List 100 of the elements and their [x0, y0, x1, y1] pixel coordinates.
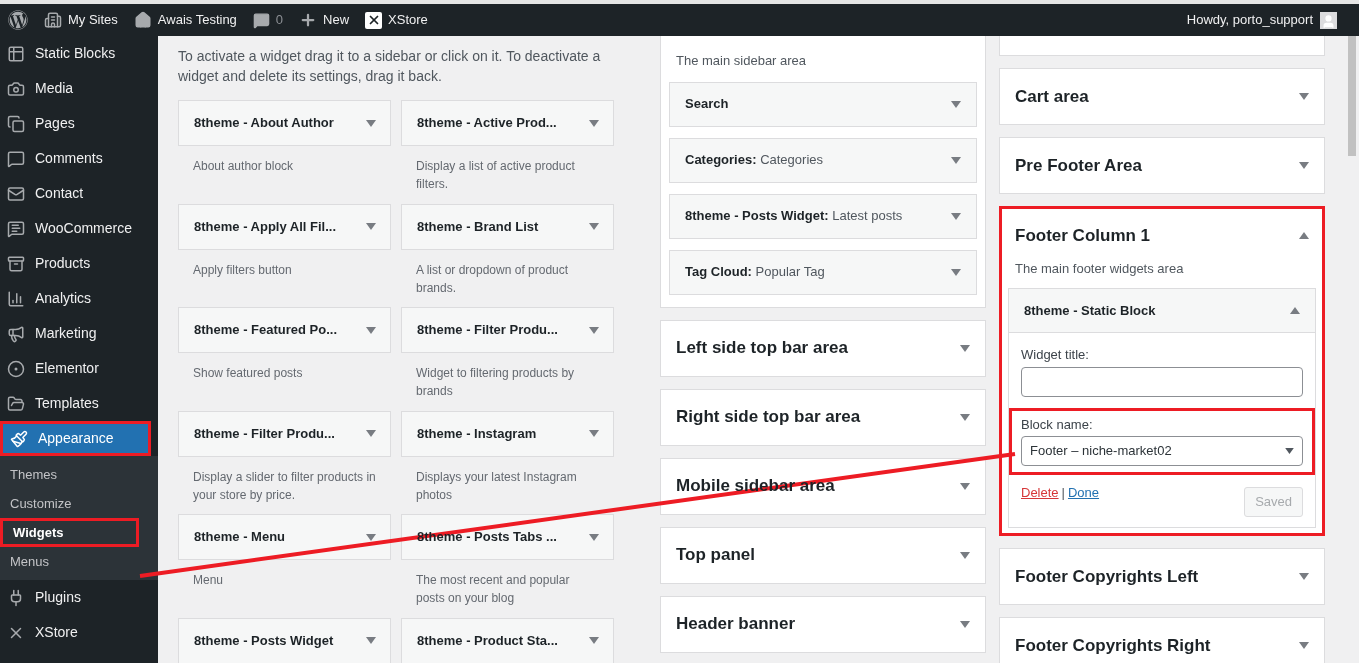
caret-down-icon[interactable] [366, 430, 376, 437]
widget-area-card[interactable]: Footer Copyrights Right [999, 617, 1325, 663]
caret-down-icon[interactable] [951, 268, 961, 276]
widget-item[interactable]: Categories: Categories [669, 137, 977, 183]
caret-down-icon[interactable] [589, 637, 599, 644]
widget-description: Display a list of active product filters. [415, 158, 576, 193]
menu-item[interactable]: WooCommerce [0, 211, 158, 246]
widget-item[interactable]: Tag Cloud: Popular Tag [669, 249, 977, 295]
select-field[interactable]: Footer – niche-market02 [1021, 436, 1303, 466]
widget-item[interactable]: 8theme - Apply All Fil... [178, 203, 391, 250]
caret-down-icon[interactable] [1299, 93, 1309, 100]
widget-item[interactable]: 8theme - Featured Po... [178, 307, 391, 353]
menu-item[interactable]: Templates [0, 386, 158, 421]
menu-item[interactable]: XStore [0, 615, 158, 650]
submenu-item[interactable]: Themes [0, 460, 158, 489]
caret-down-icon[interactable] [1299, 162, 1309, 169]
admin-bar-link[interactable]: My Sites [36, 4, 126, 36]
widget-description: About author block [192, 158, 295, 175]
admin-bar-link[interactable]: Awais Testing [125, 4, 245, 36]
menu-item[interactable]: Plugins [0, 580, 158, 615]
widget-header[interactable]: 8theme - Static Block [1009, 289, 1315, 333]
widget-area-card[interactable]: Header banner [660, 595, 986, 653]
caret-down-icon [1285, 448, 1294, 454]
field-label: Widget title: [1021, 346, 1090, 364]
delete-link[interactable]: Delete [1021, 483, 1059, 503]
avatar-icon [1320, 11, 1337, 29]
widget-item[interactable]: 8theme - Posts Widget: Latest posts [669, 193, 977, 239]
widget-item[interactable]: 8theme - Brand List [401, 203, 614, 250]
caret-up-icon[interactable] [1290, 307, 1300, 314]
caret-down-icon[interactable] [960, 551, 970, 559]
megaphone-icon [7, 324, 25, 343]
caret-down-icon[interactable] [589, 533, 599, 541]
widget-description: Displays your latest Instagram photos [415, 468, 578, 504]
area-description: The main sidebar area [675, 52, 808, 70]
menu-item[interactable]: Elementor [0, 351, 158, 386]
widget-area-card[interactable]: Cart area [999, 68, 1325, 125]
submenu-item[interactable]: Widgets [0, 518, 139, 547]
input-field[interactable] [1021, 366, 1303, 397]
scrollbar-thumb[interactable] [1348, 36, 1356, 156]
caret-down-icon[interactable] [960, 482, 970, 490]
area-title: Cart area [1015, 85, 1089, 108]
bar-chart-icon [7, 289, 25, 308]
caret-down-icon[interactable] [589, 430, 599, 437]
folder-icon [7, 394, 25, 413]
menu-item[interactable]: Appearance [0, 421, 151, 456]
widget-item[interactable]: 8theme - Product Sta... [401, 617, 614, 663]
widget-description: The most recent and popular posts on your blog [415, 572, 571, 607]
caret-down-icon[interactable] [960, 620, 970, 628]
widget-item[interactable]: 8theme - Instagram [401, 410, 614, 457]
widget-item[interactable]: 8theme - About Author [178, 100, 391, 146]
submenu-item[interactable]: Customize [0, 489, 158, 518]
account-link[interactable]: Howdy, porto_support [1186, 10, 1359, 30]
admin-bar-link[interactable]: XStore [357, 4, 436, 36]
menu-item[interactable]: Media [0, 71, 158, 106]
done-link[interactable]: Done [1067, 483, 1100, 503]
speech-bubble-icon [252, 11, 270, 29]
submenu-item[interactable]: Menus [0, 547, 158, 576]
instructions-text: To activate a widget drag it to a sidebar or click on it. To deactivate a widget and delete its settings, drag it back. [178, 47, 602, 86]
widget-area-card[interactable]: Left side top bar area [660, 319, 986, 377]
area-title: Footer Copyrights Left [1015, 565, 1199, 588]
widget-item[interactable]: Search [669, 81, 977, 127]
caret-down-icon[interactable] [366, 223, 376, 230]
caret-down-icon[interactable] [1299, 642, 1309, 649]
archive-icon [7, 254, 25, 273]
caret-down-icon[interactable] [960, 344, 970, 352]
menu-item[interactable]: Static Blocks [0, 36, 158, 71]
caret-down-icon[interactable] [960, 413, 970, 421]
caret-down-icon[interactable] [951, 212, 961, 220]
caret-down-icon[interactable] [589, 326, 599, 334]
widget-item[interactable]: 8theme - Menu [178, 514, 391, 560]
widget-area-card[interactable]: Pre Footer Area [999, 137, 1325, 194]
widget-area-card[interactable]: Right side top bar area [660, 388, 986, 446]
widget-item[interactable]: 8theme - Filter Produ... [401, 307, 614, 353]
menu-item[interactable]: Comments [0, 141, 158, 176]
caret-down-icon[interactable] [1299, 573, 1309, 580]
menu-item[interactable]: Marketing [0, 316, 158, 351]
caret-down-icon[interactable] [589, 119, 599, 127]
caret-down-icon[interactable] [366, 637, 376, 644]
widget-item[interactable]: 8theme - Posts Widget [178, 617, 391, 663]
caret-down-icon[interactable] [951, 156, 961, 164]
camera-icon [7, 79, 25, 98]
admin-bar-link[interactable]: New [291, 4, 358, 36]
menu-item[interactable]: Contact [0, 176, 158, 211]
admin-bar-link[interactable]: 0 [244, 4, 292, 36]
widget-item[interactable]: 8theme - Filter Produ... [178, 410, 391, 457]
caret-down-icon[interactable] [366, 326, 376, 334]
widget-item[interactable]: 8theme - Active Prod... [401, 100, 614, 146]
wordpress-logo-icon[interactable] [8, 10, 28, 30]
widget-area-card[interactable]: Footer Copyrights Left [999, 548, 1325, 605]
caret-up-icon[interactable] [1299, 232, 1309, 240]
menu-item[interactable]: Analytics [0, 281, 158, 316]
caret-down-icon[interactable] [366, 533, 376, 541]
caret-down-icon[interactable] [951, 100, 961, 108]
menu-item[interactable]: Products [0, 246, 158, 281]
area-title: Right side top bar area [676, 406, 861, 429]
caret-down-icon[interactable] [366, 119, 376, 127]
menu-item[interactable]: Pages [0, 106, 158, 141]
caret-down-icon[interactable] [589, 223, 599, 230]
widget-area-card[interactable]: Top panel [660, 526, 986, 584]
envelope-icon [7, 184, 25, 203]
